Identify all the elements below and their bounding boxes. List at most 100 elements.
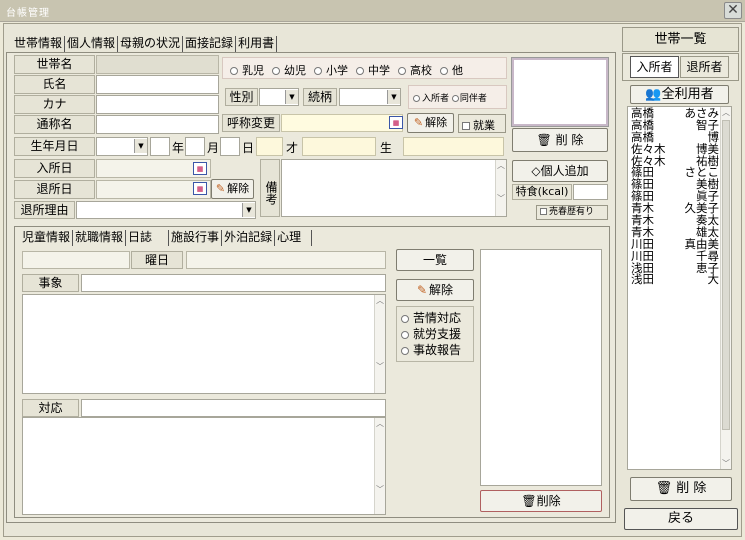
trash-icon: 🗑 (521, 494, 537, 508)
scroll-thumb[interactable] (722, 120, 730, 430)
month-label: 月 (207, 141, 220, 155)
taiou-text[interactable]: ︿ ﹀ (22, 417, 386, 515)
taisho-label: 退所日 (14, 180, 95, 199)
subtab-events[interactable]: 施設行事 (169, 230, 223, 246)
chevron-down-icon: ▼ (387, 90, 400, 104)
biko-field[interactable]: ︿ ﹀ (281, 159, 507, 217)
jijou-label: 事象 (22, 274, 79, 292)
photo-delete-button[interactable]: 🗑 削 除 (512, 128, 608, 152)
biko-label: 備考 (260, 159, 280, 217)
age-label: 才 (286, 141, 299, 155)
all-users-button[interactable]: 👥全利用者 (630, 85, 729, 104)
taiou-scrollbar[interactable]: ︿ ﹀ (374, 418, 385, 514)
return-button[interactable]: 戻る (624, 508, 738, 530)
diary-kaijo-button[interactable]: ✎ 解除 (396, 279, 474, 301)
radio-junior-high[interactable]: 中学 (356, 62, 390, 78)
tab-residents[interactable]: 入所者 (630, 56, 679, 78)
tab-discharged[interactable]: 退所者 (680, 56, 729, 78)
tokushoku-label: 特食(kcal) (512, 184, 572, 200)
subtab-overnight[interactable]: 外泊記録 (222, 230, 276, 246)
radio-companion[interactable]: 同伴者 (451, 94, 487, 104)
diamond-icon: ◇ (531, 164, 541, 178)
title-bar (0, 0, 745, 22)
chevron-down-icon: ▼ (242, 203, 255, 217)
window-title: 台帳管理 (6, 8, 50, 19)
subtab-child[interactable]: 児童情報 (20, 230, 74, 246)
zokugara-select[interactable]: ▼ (339, 88, 401, 106)
tab-usage[interactable]: 利用書 (236, 36, 278, 52)
tsushomei-field[interactable] (96, 115, 219, 134)
radio-work-support[interactable]: 就労支援 (401, 326, 461, 342)
shimei-label: 氏名 (14, 75, 95, 94)
kana-field[interactable] (96, 95, 219, 114)
category-radios: 乳児 幼児 小学 中学 高校 他 (230, 62, 463, 78)
calendar-icon[interactable]: ▦ (193, 182, 207, 195)
sidebar-delete-button[interactable]: 🗑 削 除 (630, 477, 732, 501)
kosho-label: 呼称変更 (222, 114, 280, 132)
calendar-icon[interactable]: ▦ (193, 162, 207, 175)
subtab-psych[interactable]: 心理 (275, 230, 313, 246)
born-field (403, 137, 504, 156)
biko-scrollbar[interactable]: ︿ ﹀ (495, 160, 506, 216)
chevron-down-icon: ▼ (285, 90, 298, 104)
kosho-field[interactable] (281, 114, 403, 132)
main-tabs: 世帯情報 個人情報 母親の状況 面接記録 利用書 (12, 36, 278, 52)
born-label: 生 (380, 141, 393, 155)
jijou-scrollbar[interactable]: ︿ ﹀ (374, 295, 385, 393)
trash-icon: 🗑 (536, 133, 552, 147)
year-field[interactable] (150, 137, 170, 156)
shugyo-checkbox[interactable]: 就業 (458, 114, 506, 133)
diary-list[interactable] (480, 249, 602, 486)
youbi-field[interactable] (186, 251, 386, 269)
ichiran-button[interactable]: 一覧 (396, 249, 474, 271)
tab-interview[interactable]: 面接記録 (183, 36, 237, 52)
taiou-title-field[interactable] (81, 399, 386, 417)
subtab-diary[interactable]: 日誌 (126, 230, 170, 246)
diary-delete-button[interactable]: 🗑削除 (480, 490, 602, 512)
radio-elementary[interactable]: 小学 (314, 62, 348, 78)
scroll-down-icon[interactable]: ﹀ (721, 458, 731, 469)
month-field[interactable] (185, 137, 205, 156)
people-icon: 👥 (645, 87, 662, 102)
close-button[interactable]: ✕ (724, 2, 742, 19)
resident-last-name: 浅田 (631, 272, 654, 287)
seibetsu-label: 性別 (225, 88, 258, 106)
resident-list-item[interactable]: 浅田 大 (631, 274, 719, 286)
add-person-button[interactable]: ◇個人追加 (512, 160, 608, 182)
tab-household[interactable]: 世帯情報 (12, 36, 66, 52)
taisho-reason-select[interactable]: ▼ (76, 201, 256, 219)
kosho-kaijo-button[interactable]: ✎ 解除 (407, 113, 454, 133)
tokushoku-field[interactable] (573, 184, 608, 200)
taisho-kaijo-button[interactable]: ✎ 解除 (211, 179, 254, 199)
radio-toddler[interactable]: 幼児 (272, 62, 306, 78)
radio-infant[interactable]: 乳児 (230, 62, 264, 78)
jijou-text[interactable]: ︿ ﹀ (22, 294, 386, 394)
calendar-icon[interactable]: ▦ (389, 116, 403, 129)
subtab-employment[interactable]: 就職情報 (73, 230, 127, 246)
seibetsu-select[interactable]: ▼ (259, 88, 299, 106)
photo-box[interactable] (511, 57, 609, 127)
shimei-field[interactable] (96, 75, 219, 94)
radio-other[interactable]: 他 (440, 62, 463, 78)
day-label: 日 (242, 141, 255, 155)
tab-personal[interactable]: 個人情報 (65, 36, 119, 52)
scroll-up-icon[interactable]: ︿ (721, 107, 731, 118)
radio-complaint[interactable]: 苦情対応 (401, 310, 461, 326)
taiou-label: 対応 (22, 399, 79, 417)
jijou-title-field[interactable] (81, 274, 386, 292)
radio-high-school[interactable]: 高校 (398, 62, 432, 78)
pen-icon: ✎ (413, 116, 424, 129)
diary-type-radios: 苦情対応 就労支援 事故報告 (401, 310, 461, 358)
taisho-reason-label: 退所理由 (14, 201, 75, 219)
pen-icon: ✎ (416, 283, 428, 297)
baishun-checkbox[interactable]: 売春歴有り (536, 205, 608, 220)
date-field[interactable] (22, 251, 130, 269)
resident-list-scrollbar[interactable]: ︿ ﹀ (720, 107, 731, 469)
era-select[interactable]: ▼ (96, 137, 148, 156)
resident-first-name: 大 (707, 272, 720, 287)
day-field[interactable] (220, 137, 240, 156)
pen-icon: ✎ (215, 182, 226, 195)
tab-mother[interactable]: 母親の状況 (118, 36, 184, 52)
radio-accident[interactable]: 事故報告 (401, 342, 461, 358)
radio-resident[interactable]: 入所者 (413, 94, 449, 104)
